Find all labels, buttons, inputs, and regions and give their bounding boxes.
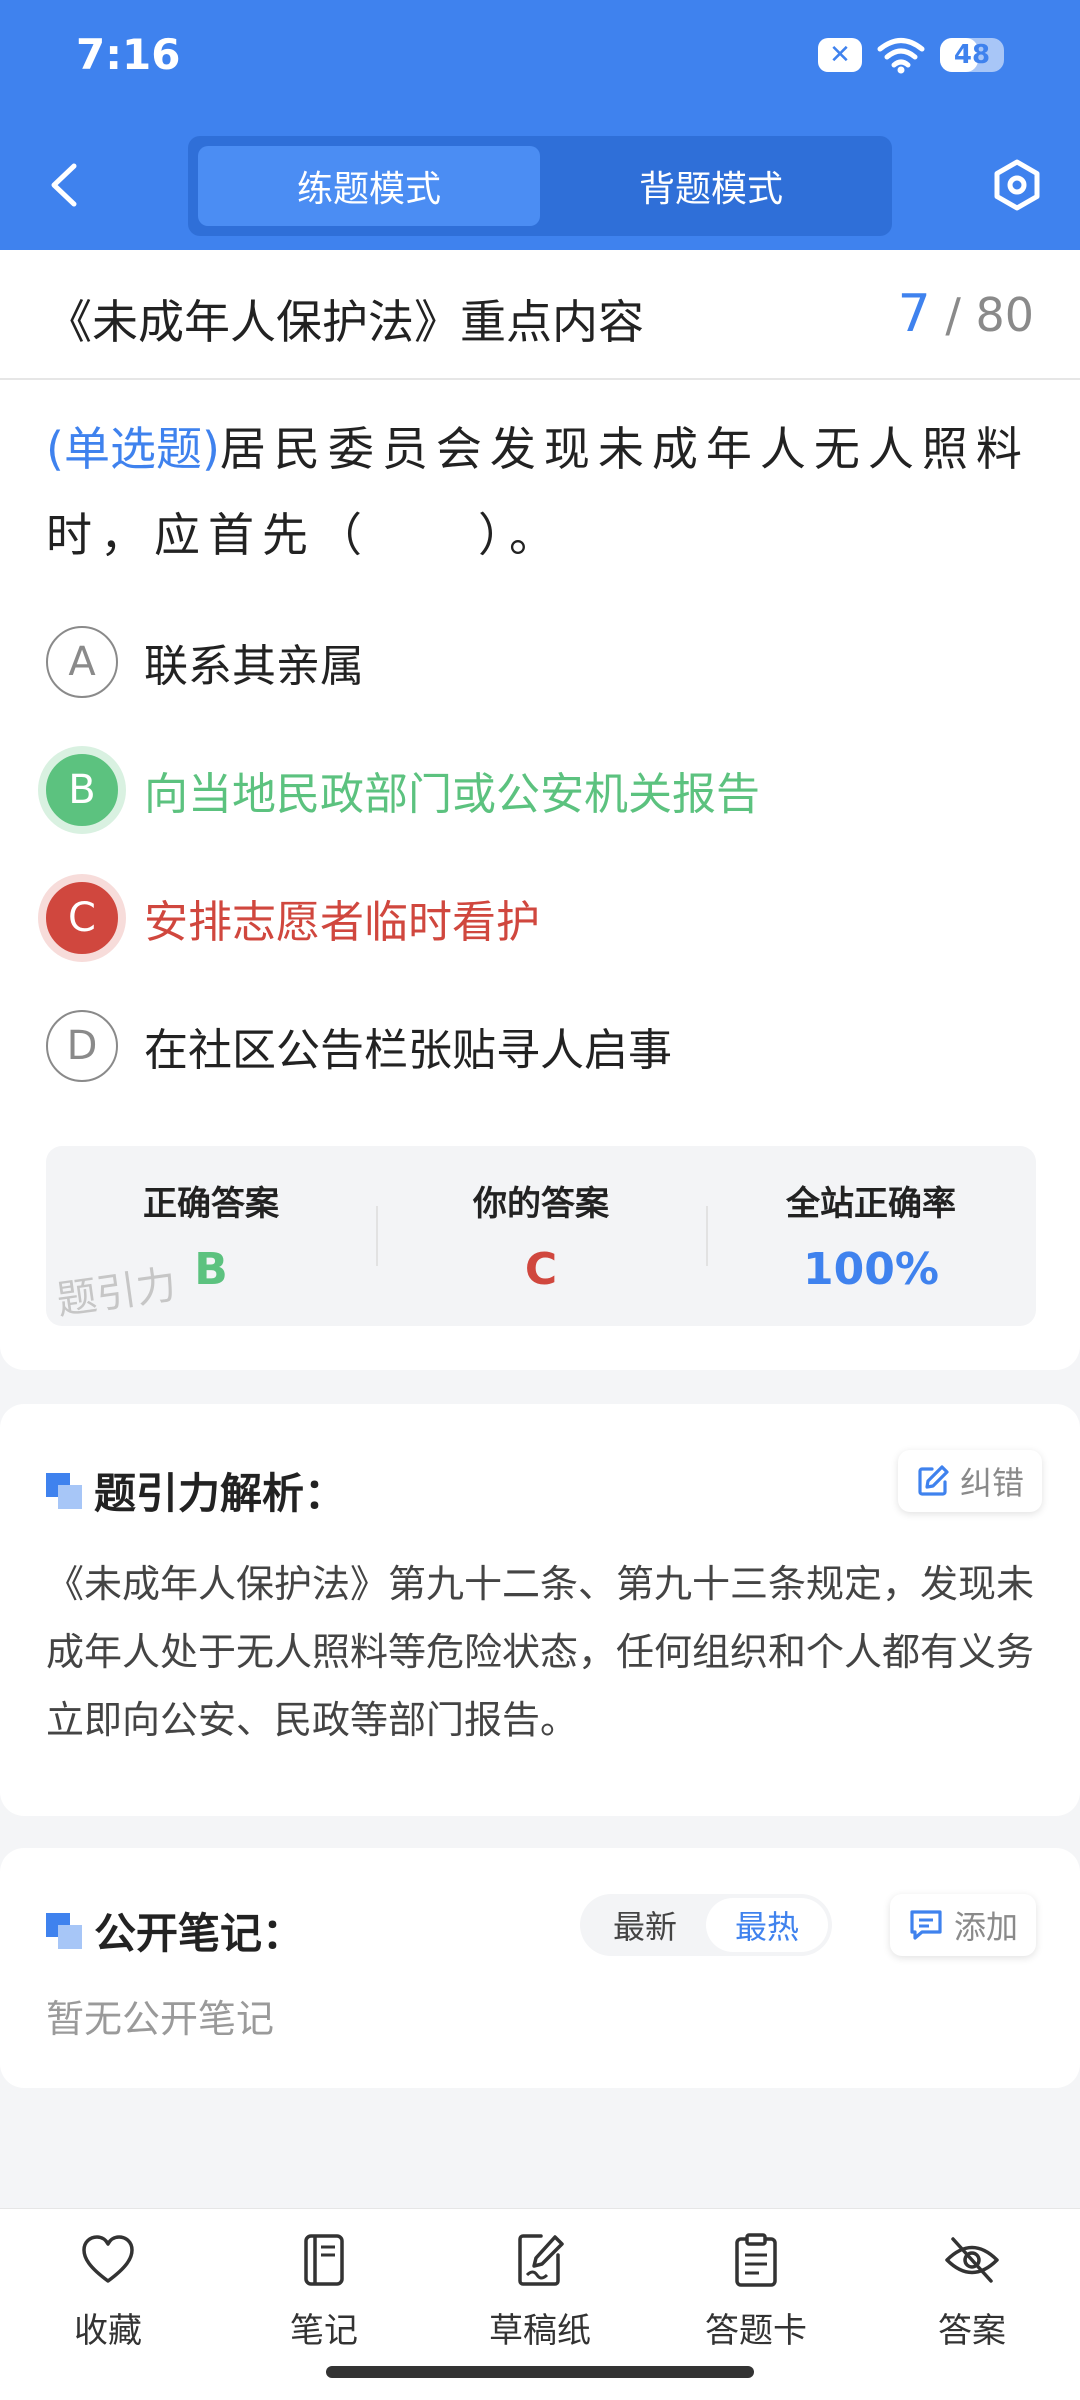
- status-icons: ✕ 48: [818, 36, 1004, 74]
- back-icon[interactable]: [40, 158, 90, 212]
- notes-empty-text: 暂无公开笔记: [46, 1997, 275, 2041]
- section-icon: [46, 1472, 82, 1509]
- comment-icon: [910, 1910, 942, 1940]
- option-d[interactable]: D 在社区公告栏张贴寻人启事: [46, 1010, 672, 1082]
- site-accuracy-value: 100%: [803, 1244, 939, 1295]
- question-progress: 7 / 80: [898, 284, 1034, 344]
- analysis-title: 题引力解析：: [94, 1469, 347, 1518]
- draft-icon: [518, 2234, 564, 2286]
- edit-icon: [918, 1465, 949, 1496]
- favorite-label: 收藏: [74, 2311, 142, 2351]
- notes-label: 笔记: [290, 2311, 358, 2351]
- option-text: 向当地民政部门或公安机关报告: [144, 769, 760, 820]
- home-indicator[interactable]: [326, 2366, 754, 2378]
- draft-paper-label: 草稿纸: [489, 2311, 591, 2351]
- option-letter: D: [46, 1010, 118, 1082]
- report-error-button[interactable]: 纠错: [898, 1450, 1043, 1512]
- tab-practice-mode[interactable]: 练题模式: [198, 146, 540, 226]
- answer-sheet-label: 答题卡: [705, 2311, 807, 2351]
- your-answer-col: 你的答案 C: [376, 1146, 706, 1326]
- your-answer-value: C: [524, 1244, 558, 1295]
- add-note-label: 添加: [954, 1908, 1019, 1946]
- sort-latest-tab[interactable]: 最新: [584, 1898, 706, 1952]
- wifi-icon: [877, 38, 925, 74]
- option-text: 在社区公告栏张贴寻人启事: [144, 1025, 672, 1076]
- correct-answer-label: 正确答案: [143, 1184, 279, 1224]
- notification-x-icon: ✕: [818, 38, 862, 72]
- settings-icon[interactable]: [990, 158, 1044, 212]
- tab-memorize-mode[interactable]: 背题模式: [540, 146, 882, 226]
- notes-title: 公开笔记：: [94, 1909, 305, 1958]
- option-a[interactable]: A 联系其亲属: [46, 626, 364, 698]
- question-card: (单选题)居民委员会发现未成年人无人照料时，应首先（ ）。 A 联系其亲属 B …: [0, 380, 1080, 1370]
- analysis-header: 题引力解析：: [46, 1460, 346, 1521]
- battery-icon: 48: [940, 38, 1004, 72]
- notebook-icon: [304, 2234, 344, 2286]
- top-header: 7:16 ✕ 48 练题模式 背题模式: [0, 0, 1080, 250]
- question-text: (单选题)居民委员会发现未成年人无人照料时，应首先（ ）。: [46, 406, 1036, 578]
- chapter-bar: 《未成年人保护法》重点内容 7 / 80: [0, 250, 1080, 380]
- battery-level: 48: [953, 40, 991, 70]
- notes-header: 公开笔记：: [46, 1900, 304, 1961]
- sort-hottest-tab[interactable]: 最热: [706, 1898, 828, 1952]
- total-questions: / 80: [945, 288, 1034, 342]
- add-note-button[interactable]: 添加: [890, 1894, 1037, 1956]
- option-text: 安排志愿者临时看护: [144, 897, 540, 948]
- mode-switch: 练题模式 背题模式: [188, 136, 892, 236]
- show-answer-button[interactable]: 答案: [864, 2209, 1080, 2400]
- option-text: 联系其亲属: [144, 641, 364, 692]
- favorite-button[interactable]: 收藏: [0, 2209, 216, 2400]
- option-b[interactable]: B 向当地民政部门或公安机关报告: [46, 754, 760, 826]
- analysis-card: 题引力解析： 纠错 《未成年人保护法》第九十二条、第九十三条规定，发现未成年人处…: [0, 1404, 1080, 1816]
- chapter-title: 《未成年人保护法》重点内容: [46, 295, 644, 349]
- option-letter: C: [46, 882, 118, 954]
- status-time: 7:16: [76, 30, 181, 79]
- option-letter: B: [46, 754, 118, 826]
- site-accuracy-col: 全站正确率 100%: [706, 1146, 1036, 1326]
- notes-sort-switch: 最新 最热: [580, 1894, 832, 1956]
- show-answer-label: 答案: [938, 2311, 1006, 2351]
- current-question-number: 7: [897, 284, 931, 344]
- eye-off-icon: [945, 2237, 999, 2283]
- option-letter: A: [46, 626, 118, 698]
- section-icon: [46, 1912, 82, 1949]
- clipboard-icon: [735, 2233, 777, 2287]
- analysis-text: 《未成年人保护法》第九十二条、第九十三条规定，发现未成年人处于无人照料等危险状态…: [46, 1562, 1035, 1742]
- heart-icon: [82, 2235, 134, 2283]
- option-c[interactable]: C 安排志愿者临时看护: [46, 882, 540, 954]
- question-type: (单选题): [46, 422, 220, 476]
- your-answer-label: 你的答案: [473, 1184, 609, 1224]
- report-error-label: 纠错: [960, 1464, 1025, 1502]
- notes-card: 公开笔记： 最新 最热 添加 暂无公开笔记: [0, 1848, 1080, 2088]
- site-accuracy-label: 全站正确率: [786, 1184, 956, 1224]
- answer-summary: 正确答案 B 你的答案 C 全站正确率 100%: [46, 1146, 1036, 1326]
